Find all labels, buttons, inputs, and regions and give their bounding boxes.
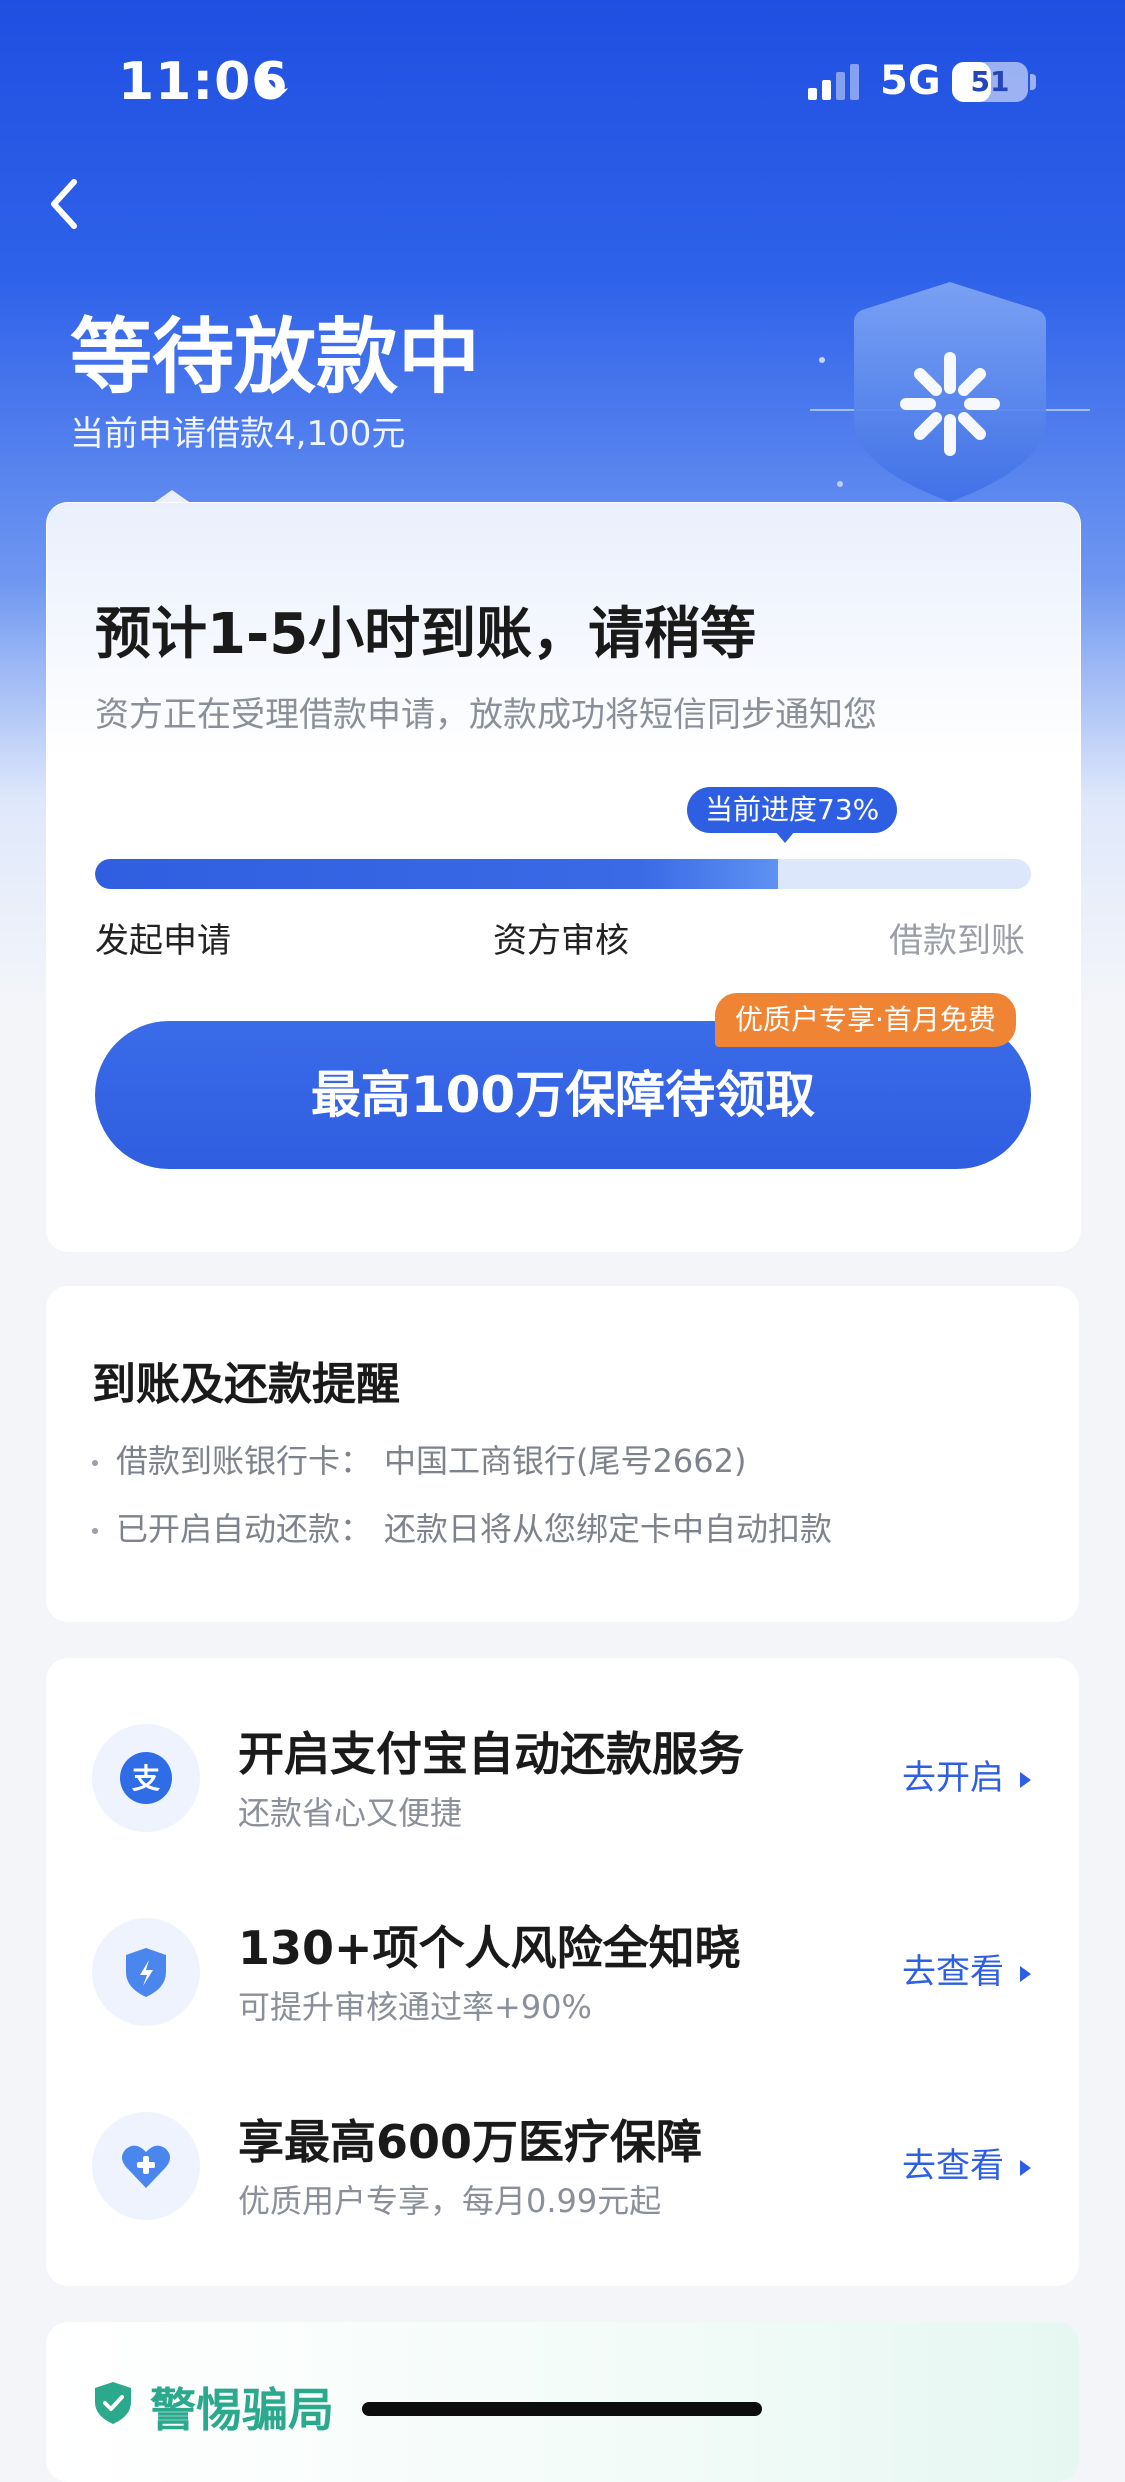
shield-check-icon bbox=[95, 2382, 131, 2424]
arrow-right-icon bbox=[1020, 2159, 1031, 2176]
step-apply: 发起申请 bbox=[95, 921, 231, 961]
reminder-line-autopay: 已开启自动还款： 还款日将从您绑定卡中自动扣款 bbox=[92, 1504, 832, 1550]
svg-text:支: 支 bbox=[132, 1762, 160, 1795]
status-bar: 11:06 5G 51 bbox=[0, 0, 1125, 150]
progress-track bbox=[95, 859, 1031, 889]
link-label: 去查看 bbox=[902, 1952, 1004, 1992]
home-indicator bbox=[362, 2402, 762, 2416]
eta-description: 资方正在受理借款申请，放款成功将短信同步通知您 bbox=[95, 695, 877, 735]
shield-illustration bbox=[800, 270, 1100, 510]
arrow-right-icon bbox=[1020, 1771, 1031, 1788]
shield-bolt-icon bbox=[92, 1918, 200, 2026]
promo-badge: 优质户专享·首月免费 bbox=[715, 993, 1016, 1047]
back-arrow-icon[interactable] bbox=[44, 176, 84, 232]
battery-cap bbox=[1030, 74, 1036, 90]
enable-link[interactable]: 去开启 bbox=[902, 1750, 1031, 1799]
reminder-line-bank: 借款到账银行卡： 中国工商银行(尾号2662) bbox=[92, 1436, 746, 1482]
eta-title: 预计1-5小时到账，请稍等 bbox=[95, 602, 757, 667]
moon-icon bbox=[254, 61, 288, 98]
link-label: 去开启 bbox=[902, 1758, 1004, 1798]
reminder-card: 到账及还款提醒 借款到账银行卡： 中国工商银行(尾号2662) 已开启自动还款： 还… bbox=[46, 1286, 1079, 1622]
battery-icon: 51 bbox=[952, 62, 1028, 102]
arrow-right-icon bbox=[1020, 1965, 1031, 1982]
page-title: 等待放款中 bbox=[70, 310, 481, 405]
loan-amount-subtitle: 当前申请借款4,100元 bbox=[70, 414, 406, 454]
reminder-label: 借款到账银行卡： bbox=[116, 1442, 373, 1480]
service-title: 开启支付宝自动还款服务 bbox=[238, 1727, 744, 1781]
step-disbursed: 借款到账 bbox=[889, 921, 1025, 961]
fraud-title: 警惕骗局 bbox=[150, 2383, 334, 2437]
reminder-value: 还款日将从您绑定卡中自动扣款 bbox=[384, 1510, 833, 1548]
service-subtitle: 可提升审核通过率+90% bbox=[238, 1988, 592, 2026]
service-subtitle: 还款省心又便捷 bbox=[238, 1794, 463, 1832]
loan-status-card: 预计1-5小时到账，请稍等 资方正在受理借款申请，放款成功将短信同步通知您 当前… bbox=[46, 502, 1081, 1252]
network-type: 5G bbox=[880, 58, 941, 104]
reminder-value: 中国工商银行(尾号2662) bbox=[384, 1442, 747, 1480]
view-link[interactable]: 去查看 bbox=[902, 2138, 1031, 2187]
service-subtitle: 优质用户专享，每月0.99元起 bbox=[238, 2182, 662, 2220]
service-item-alipay-autopay[interactable]: 支 开启支付宝自动还款服务 还款省心又便捷 去开启 bbox=[46, 1700, 1079, 1850]
bullet-dot bbox=[92, 1528, 98, 1534]
service-title: 享最高600万医疗保障 bbox=[238, 2115, 703, 2169]
alipay-icon: 支 bbox=[92, 1724, 200, 1832]
reminder-label: 已开启自动还款： bbox=[116, 1510, 373, 1548]
battery-percent: 51 bbox=[970, 65, 1010, 98]
view-link[interactable]: 去查看 bbox=[902, 1944, 1031, 1993]
reminder-title: 到账及还款提醒 bbox=[92, 1359, 400, 1410]
progress-label: 当前进度73% bbox=[687, 787, 898, 843]
service-title: 130+项个人风险全知晓 bbox=[238, 1921, 741, 1975]
link-label: 去查看 bbox=[902, 2146, 1004, 2186]
service-item-risk-check[interactable]: 130+项个人风险全知晓 可提升审核通过率+90% 去查看 bbox=[46, 1894, 1079, 2044]
step-review: 资方审核 bbox=[493, 921, 629, 961]
services-card: 支 开启支付宝自动还款服务 还款省心又便捷 去开启 130+项个人风险全知晓 可… bbox=[46, 1658, 1079, 2286]
signal-icon bbox=[808, 64, 859, 100]
heart-plus-icon bbox=[92, 2112, 200, 2220]
service-item-medical[interactable]: 享最高600万医疗保障 优质用户专享，每月0.99元起 去查看 bbox=[46, 2088, 1079, 2238]
progress-fill bbox=[95, 859, 779, 889]
bullet-dot bbox=[92, 1460, 98, 1466]
